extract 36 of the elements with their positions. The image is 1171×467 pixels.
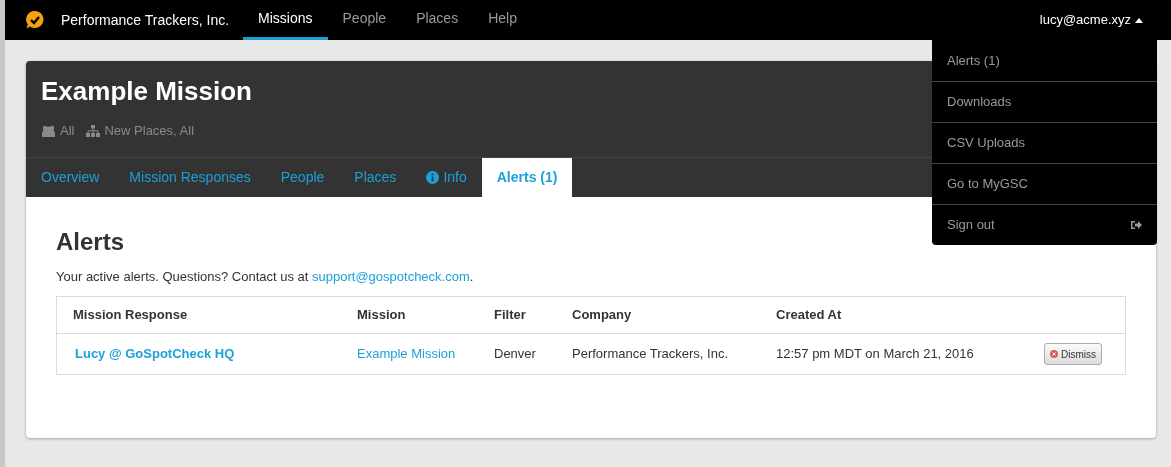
sign-out-icon [1131,220,1142,230]
nav-link[interactable]: Missions [243,0,328,40]
column-header: Created At [776,307,842,323]
hierarchy-icon [86,124,101,137]
menu-item[interactable]: Sign out [932,204,1157,245]
tab[interactable]: People [265,157,340,197]
nav-link[interactable]: Help [473,0,532,40]
alerts-intro: Your active alerts. Questions? Contact us at support@gospotcheck.com. [56,267,475,286]
table-cell: 12:57 pm MDT on March 21, 2016 [776,346,974,362]
menu-item[interactable]: Downloads [932,81,1157,122]
places-filter: New Places, All [104,122,195,140]
menu-item[interactable]: Alerts (1) [932,40,1157,81]
tab[interactable]: Mission Responses [114,157,266,197]
people-filter: All [60,122,75,140]
column-header: Mission Response [73,307,188,323]
logo-icon [25,10,45,30]
caret-icon [1135,17,1143,23]
table-cell: Denver [494,346,536,362]
column-header: Company [572,307,632,323]
nav-link[interactable]: Places [401,0,474,40]
dismiss-button[interactable]: Dismiss [1044,343,1102,365]
column-header: Mission [357,307,406,323]
mission-title: Example Mission [41,75,252,107]
tab[interactable]: Info [411,157,482,197]
people-icon [41,124,56,137]
column-header: Filter [494,307,526,323]
tab[interactable]: Overview [26,157,115,197]
nav-link[interactable]: People [327,0,402,40]
menu-item[interactable]: Go to MyGSC [932,163,1157,204]
tab[interactable]: Places [339,157,412,197]
table-cell: Performance Trackers, Inc. [572,346,729,362]
user-menu-button[interactable]: lucy@acme.xyz [1039,0,1143,40]
info-icon [426,170,440,184]
menu-item[interactable]: CSV Uploads [932,122,1157,163]
close-icon [1050,350,1058,358]
brand-name[interactable]: Performance Trackers, Inc. [61,9,230,31]
